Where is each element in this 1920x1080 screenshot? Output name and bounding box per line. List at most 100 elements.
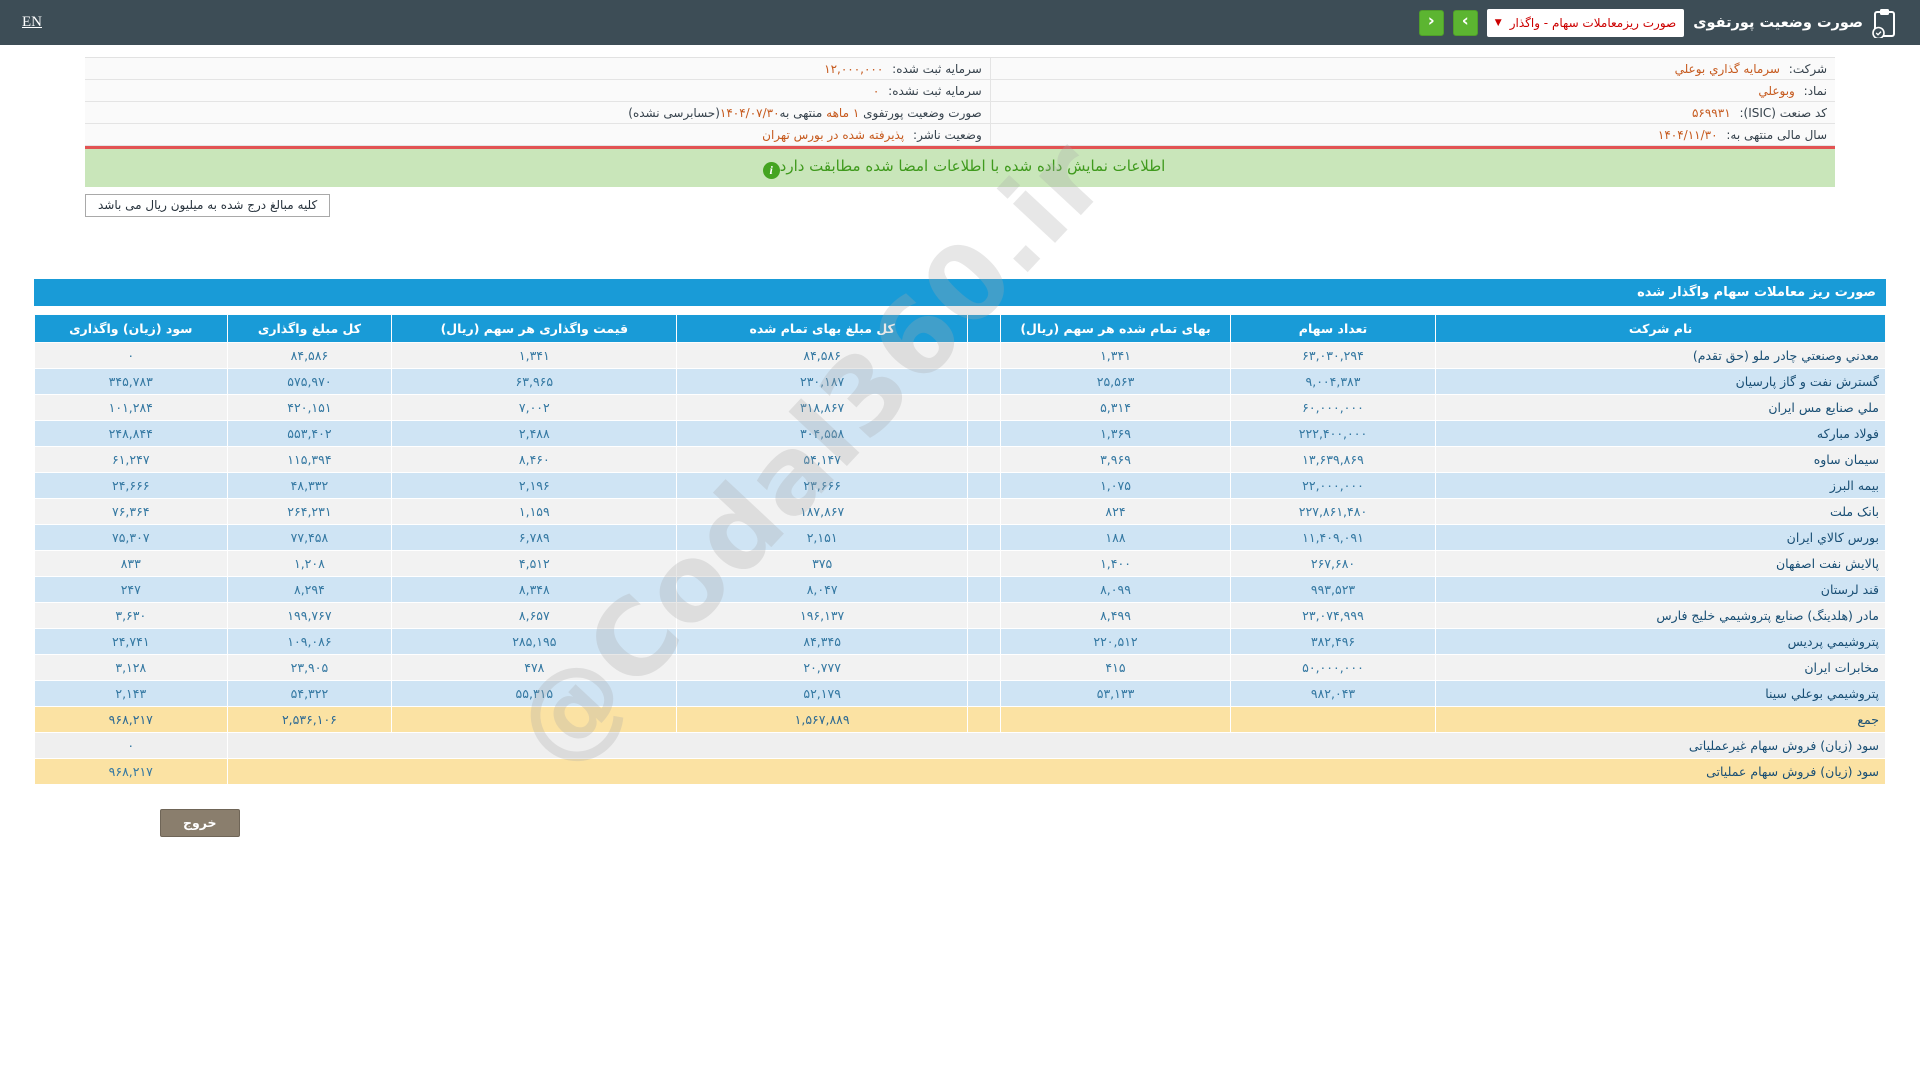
- value-cell: ۵۰,۰۰۰,۰۰۰: [1229, 654, 1437, 681]
- value-cell: ۵۴,۳۲۲: [226, 680, 393, 707]
- registered-capital-field: سرمایه ثبت شده: ۱۲,۰۰۰,۰۰۰: [85, 58, 990, 80]
- value-cell: ۴۲۰,۱۵۱: [226, 394, 393, 421]
- value-cell: ۹۸۲,۰۴۳: [1229, 680, 1437, 707]
- value-cell: ۱۸۸: [1000, 524, 1231, 551]
- value-cell: ۳,۶۳۰: [34, 602, 228, 629]
- value-cell: ۸,۲۹۴: [226, 576, 393, 603]
- value-cell: ۲,۱۴۳: [34, 680, 228, 707]
- value-cell: ۲۳,۰۷۴,۹۹۹: [1229, 602, 1437, 629]
- value-cell: ۸,۴۹۹: [1000, 602, 1231, 629]
- statement-prefix: صورت وضعیت پورتفوی: [863, 106, 982, 120]
- value-cell: ۶۳,۹۶۵: [391, 368, 678, 395]
- spacer-cell: [966, 602, 1002, 629]
- statement-period-field: صورت وضعیت پورتفوی ۱ ماهه منتهی به۱۴۰۴/۰…: [85, 102, 990, 124]
- issuer-status-value: پذیرفته شده در بورس تهران: [762, 128, 905, 142]
- value-cell: ۸۴,۵۸۶: [226, 342, 393, 369]
- isic-field: کد صنعت (ISIC): ۵۶۹۹۳۱: [989, 102, 1835, 124]
- value-cell: ۲۰,۷۷۷: [676, 654, 968, 681]
- nav-next-button[interactable]: ›: [1452, 9, 1478, 36]
- value-cell: ۳۱۸,۸۶۷: [676, 394, 968, 421]
- statement-suffix: (حسابرسی نشده): [628, 106, 720, 120]
- value-cell: ۱,۲۰۸: [226, 550, 393, 577]
- value-cell: ۲۴۷: [34, 576, 228, 603]
- exit-button[interactable]: خروج: [160, 809, 240, 837]
- value-cell: ۲۴,۷۴۱: [34, 628, 228, 655]
- info-row: شرکت: سرمايه گذاري بوعلي سرمایه ثبت شده:…: [85, 58, 1835, 80]
- col-total-cost: کل مبلغ بهای تمام شده: [676, 314, 968, 343]
- value-cell: ۱۳,۶۳۹,۸۶۹: [1229, 446, 1437, 473]
- value-cell: ۳۴۵,۷۸۳: [34, 368, 228, 395]
- signed-info-notice-text: اطلاعات نمایش داده شده با اطلاعات امضا ش…: [779, 157, 1166, 175]
- company-name-cell: ملي صنايع مس ايران: [1435, 394, 1886, 421]
- company-value: سرمايه گذاري بوعلي: [1674, 62, 1780, 76]
- spacer-cell: [966, 524, 1002, 551]
- footer-label-cell: سود (زیان) فروش سهام غیرعملیاتی: [226, 732, 1887, 759]
- spacer-cell: [966, 498, 1002, 525]
- units-note-row: کلیه مبالغ درج شده به میلیون ریال می باش…: [85, 194, 1835, 217]
- report-type-dropdown[interactable]: صورت ریزمعاملات سهام - واگذار ▼: [1486, 8, 1685, 37]
- table-row: قند لرستان ۹۹۳,۵۲۳ ۸,۰۹۹ ۸,۰۴۷ ۸,۳۴۸ ۸,۲۹۴ ۲۴۷: [34, 576, 1886, 603]
- report-type-selected-value: صورت ریزمعاملات سهام - واگذار: [1509, 15, 1677, 30]
- isic-label: کد صنعت (ISIC):: [1739, 106, 1827, 120]
- spacer-cell: [966, 446, 1002, 473]
- col-company-name: نام شرکت: [1435, 314, 1886, 343]
- value-cell: ۸,۳۴۸: [391, 576, 678, 603]
- nav-prev-button[interactable]: ‹: [1418, 9, 1444, 36]
- table-row: معدني وصنعتي چادر ملو (حق تقدم) ۶۳,۰۳۰,۲۹…: [34, 342, 1886, 369]
- value-cell: ۲۵,۵۶۳: [1000, 368, 1231, 395]
- value-cell: ۱,۵۶۷,۸۸۹: [676, 706, 968, 733]
- value-cell: ۲۶۴,۲۳۱: [226, 498, 393, 525]
- unregistered-capital-value: ۰: [872, 84, 880, 98]
- value-cell: ۱۱۵,۳۹۴: [226, 446, 393, 473]
- company-name-cell: بانک ملت: [1435, 498, 1886, 525]
- spacer-cell: [966, 706, 1002, 733]
- value-cell: ۳,۱۲۸: [34, 654, 228, 681]
- col-transfer-price-per-share: قیمت واگذاری هر سهم (ریال): [391, 314, 678, 343]
- unregistered-capital-label: سرمایه ثبت نشده:: [888, 84, 982, 98]
- info-icon: i: [762, 162, 780, 179]
- fiscal-year-value: ۱۴۰۴/۱۱/۳۰: [1657, 128, 1718, 142]
- value-cell: ۶۳,۰۳۰,۲۹۴: [1229, 342, 1437, 369]
- value-cell: ۶۰,۰۰۰,۰۰۰: [1229, 394, 1437, 421]
- trades-section: صورت ریز معاملات سهام واگذار شده نام شرک…: [34, 116, 1887, 837]
- footer-label-cell: سود (زیان) فروش سهام عملیاتی: [226, 758, 1887, 785]
- value-cell: ۲۳,۹۰۵: [226, 654, 393, 681]
- topbar-controls: صورت وضعیت پورتفوی صورت ریزمعاملات سهام …: [1418, 8, 1898, 38]
- table-row: گسترش نفت و گاز پارسيان ۹,۰۰۴,۳۸۳ ۲۵,۵۶۳ ۲۳…: [34, 368, 1886, 395]
- value-cell: ۶,۷۸۹: [391, 524, 678, 551]
- value-cell: ۳۰۴,۵۵۸: [676, 420, 968, 447]
- value-cell: ۹,۰۰۴,۳۸۳: [1229, 368, 1437, 395]
- value-cell: ۳,۹۶۹: [1000, 446, 1231, 473]
- table-row: مادر (هلدينگ) صنايع پتروشيمي خليج فارس ۲۳…: [34, 602, 1886, 629]
- company-name-cell: فولاد مباركه: [1435, 420, 1886, 447]
- company-name-cell: قند لرستان: [1435, 576, 1886, 603]
- value-cell: ۲۳۰,۱۸۷: [676, 368, 968, 395]
- col-spacer: [966, 314, 1002, 343]
- table-row: سيمان ساوه ۱۳,۶۳۹,۸۶۹ ۳,۹۶۹ ۵۴,۱۴۷ ۸,۴۶۰ ۱۱۵,…: [34, 446, 1886, 473]
- value-cell: ۱,۳۶۹: [1000, 420, 1231, 447]
- table-row: فولاد مباركه ۲۲۲,۴۰۰,۰۰۰ ۱,۳۶۹ ۳۰۴,۵۵۸ ۲,۴۸۸…: [34, 420, 1886, 447]
- value-cell: ۲۴,۶۶۶: [34, 472, 228, 499]
- value-cell: ۲,۵۳۶,۱۰۶: [226, 706, 393, 733]
- value-cell: ۲,۱۹۶: [391, 472, 678, 499]
- value-cell: ۷۵,۳۰۷: [34, 524, 228, 551]
- value-cell: ۲,۱۵۱: [676, 524, 968, 551]
- spacer-cell: [966, 342, 1002, 369]
- company-name-cell: پتروشيمي بوعلي سينا: [1435, 680, 1886, 707]
- spacer-cell: [966, 394, 1002, 421]
- statement-date: ۱۴۰۴/۰۷/۳۰: [719, 106, 780, 120]
- value-cell: ۵۳,۱۳۳: [1000, 680, 1231, 707]
- symbol-value: وبوعلي: [1758, 84, 1795, 98]
- language-link[interactable]: EN: [22, 14, 42, 31]
- chevron-down-icon: ▼: [1494, 17, 1502, 28]
- value-cell: ۶۱,۲۴۷: [34, 446, 228, 473]
- info-row: نماد: وبوعلي سرمایه ثبت نشده: ۰: [85, 80, 1835, 102]
- value-cell: ۴,۵۱۲: [391, 550, 678, 577]
- clipboard-icon: [1872, 8, 1898, 38]
- trades-table-body: معدني وصنعتي چادر ملو (حق تقدم) ۶۳,۰۳۰,۲۹…: [34, 342, 1887, 785]
- info-row: کد صنعت (ISIC): ۵۶۹۹۳۱ صورت وضعیت پورتفو…: [85, 102, 1835, 124]
- company-name-cell: سيمان ساوه: [1435, 446, 1886, 473]
- value-cell: ۲۴۸,۸۴۴: [34, 420, 228, 447]
- value-cell: ۲۶۷,۶۸۰: [1229, 550, 1437, 577]
- spacer-cell: [966, 628, 1002, 655]
